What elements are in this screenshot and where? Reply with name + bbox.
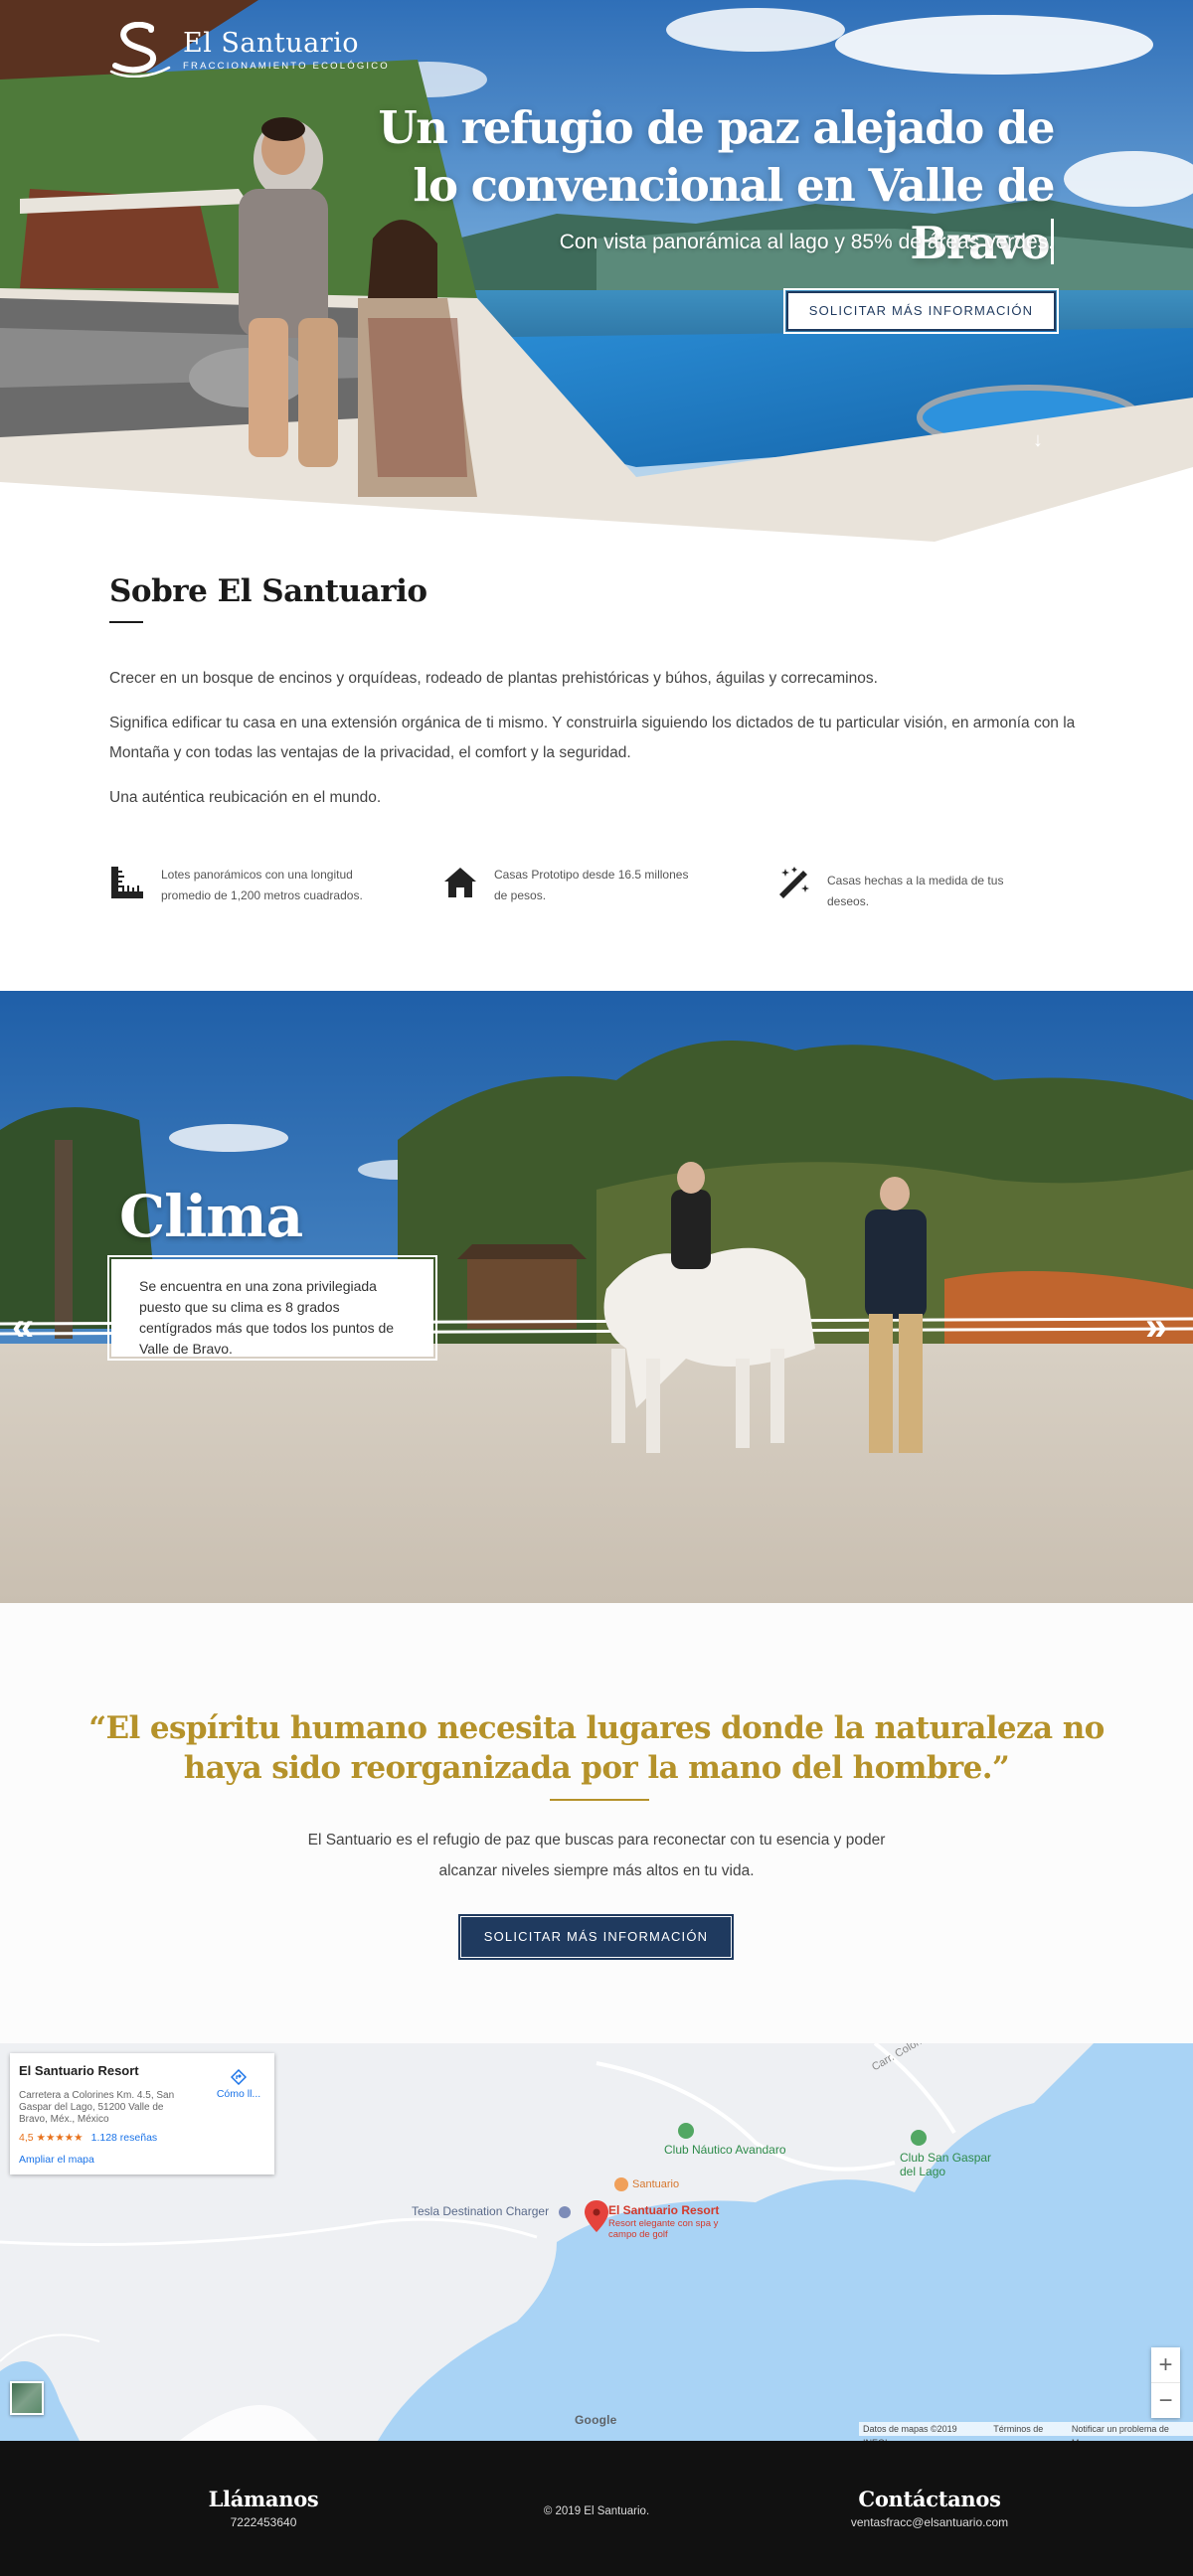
map-terms-link[interactable]: Términos de uso bbox=[993, 2422, 1058, 2448]
logo-name: El Santuario bbox=[183, 27, 360, 59]
footer-call: Llámanos 7222453640 bbox=[164, 2487, 363, 2529]
slide-caption-text: Se encuentra en una zona privilegiada pu… bbox=[139, 1278, 395, 1357]
map-label-tesla: Tesla Destination Charger bbox=[412, 2204, 550, 2218]
map-place-card: El Santuario Resort Carretera a Colorine… bbox=[10, 2053, 274, 2174]
quote-body-text: El Santuario es el refugio de paz que bu… bbox=[307, 1832, 886, 1879]
location-map[interactable]: Club Náutico Avandaro Club San Gaspar de… bbox=[0, 2043, 1193, 2441]
satellite-view-toggle[interactable] bbox=[10, 2381, 44, 2415]
directions-icon bbox=[230, 2068, 248, 2086]
slider-prev-arrow-icon[interactable]: « bbox=[12, 1307, 34, 1347]
feature-prototype-houses: Casas Prototipo desde 16.5 millones de p… bbox=[442, 865, 731, 906]
map-label-resort-desc: Resort elegante con spa y campo de golf bbox=[608, 2218, 719, 2240]
feature-prototype-houses-text: Casas Prototipo desde 16.5 millones de p… bbox=[494, 868, 689, 902]
footer-copyright: © 2019 El Santuario. bbox=[543, 2505, 650, 2517]
slider-next-arrow-icon[interactable]: » bbox=[1145, 1307, 1167, 1347]
climate-slider: Clima Se encuentra en una zona privilegi… bbox=[0, 991, 1193, 1603]
enlarge-map-link[interactable]: Ampliar el mapa bbox=[19, 2154, 94, 2166]
map-label-resort[interactable]: El Santuario Resort bbox=[608, 2203, 719, 2217]
map-report-link[interactable]: Notificar un problema de Maps bbox=[1072, 2422, 1189, 2448]
about-title: Sobre El Santuario bbox=[109, 573, 427, 609]
directions-label: Cómo ll... bbox=[216, 2088, 261, 2100]
hero-request-info-button[interactable]: SOLICITAR MÁS INFORMACIÓN bbox=[783, 288, 1059, 334]
slide-title: Clima bbox=[119, 1183, 303, 1250]
footer-call-title: Llámanos bbox=[208, 2487, 319, 2511]
rating-value: 4,5 bbox=[19, 2132, 34, 2144]
map-label-club-nautico: Club Náutico Avandaro bbox=[664, 2143, 786, 2157]
hero-section: El Santuario FRACCIONAMIENTO ECOLÓGICO U… bbox=[0, 0, 1193, 542]
quote-divider bbox=[550, 1799, 649, 1801]
footer-contact: Contáctanos ventasfracc@elsantuario.com bbox=[830, 2487, 1029, 2529]
title-divider bbox=[109, 621, 143, 623]
reviews-link[interactable]: 1.128 reseñas bbox=[91, 2132, 158, 2144]
santuario-swan-logo-icon bbox=[109, 22, 171, 78]
map-label-club-san-gaspar: Club San Gaspar del Lago bbox=[900, 2151, 992, 2178]
site-logo[interactable]: El Santuario FRACCIONAMIENTO ECOLÓGICO bbox=[107, 22, 390, 78]
directions-button[interactable]: Cómo ll... bbox=[209, 2068, 268, 2100]
google-logo: Google bbox=[575, 2413, 617, 2427]
about-paragraph-1: Crecer en un bosque de encinos y orquíde… bbox=[109, 670, 878, 687]
footer-phone[interactable]: 7222453640 bbox=[164, 2515, 363, 2529]
footer-email[interactable]: ventasfracc@elsantuario.com bbox=[830, 2515, 1029, 2529]
about-paragraph-3: Una auténtica reubicación en el mundo. bbox=[109, 789, 382, 806]
quote-section: “El espíritu humano necesita lugares don… bbox=[0, 1603, 1193, 2043]
ruler-icon bbox=[111, 867, 143, 898]
zoom-in-button[interactable]: + bbox=[1151, 2347, 1180, 2382]
slide-caption-card: Se encuentra en una zona privilegiada pu… bbox=[107, 1255, 437, 1361]
about-paragraph-2: Significa edificar tu casa en una extens… bbox=[109, 715, 1076, 761]
footer-contact-title: Contáctanos bbox=[858, 2487, 1001, 2511]
map-place-rating: 4,5 ★★★★★ 1.128 reseñas bbox=[19, 2132, 157, 2144]
map-data-credit: Datos de mapas ©2019 INEGI bbox=[863, 2424, 957, 2448]
map-place-address: Carretera a Colorines Km. 4.5, San Gaspa… bbox=[19, 2090, 175, 2125]
site-footer: Llámanos 7222453640 © 2019 El Santuario.… bbox=[0, 2441, 1193, 2576]
map-label-santuario: Santuario bbox=[632, 2178, 680, 2190]
house-icon bbox=[444, 868, 476, 897]
map-zoom-controls: + − bbox=[1151, 2347, 1180, 2418]
quote-request-info-button[interactable]: SOLICITAR MÁS INFORMACIÓN bbox=[458, 1914, 734, 1960]
google-logo-text: Google bbox=[575, 2413, 617, 2427]
feature-custom-houses: Casas hechas a la medida de tus deseos. bbox=[775, 865, 1064, 912]
zoom-out-button[interactable]: − bbox=[1151, 2382, 1180, 2417]
feature-lots: Lotes panorámicos con una longitud prome… bbox=[109, 865, 398, 906]
feature-lots-text: Lotes panorámicos con una longitud prome… bbox=[161, 868, 363, 902]
map-attribution-bar: Datos de mapas ©2019 INEGI Términos de u… bbox=[859, 2422, 1193, 2448]
hero-subtitle: Con vista panorámica al lago y 85% de ár… bbox=[559, 231, 1054, 253]
rating-stars-icon: ★★★★★ bbox=[36, 2132, 84, 2144]
nature-quote: “El espíritu humano necesita lugares don… bbox=[88, 1710, 1105, 1786]
magic-wand-icon bbox=[779, 867, 809, 898]
scroll-down-arrow-icon[interactable]: ↓ bbox=[1027, 429, 1049, 451]
logo-tagline: FRACCIONAMIENTO ECOLÓGICO bbox=[183, 60, 390, 72]
feature-custom-houses-text: Casas hechas a la medida de tus deseos. bbox=[827, 874, 1004, 908]
